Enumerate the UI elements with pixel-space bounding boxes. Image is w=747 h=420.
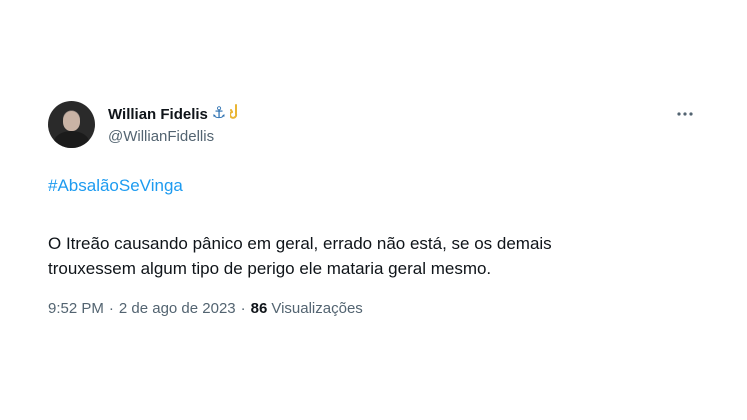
hashtag-link[interactable]: #AbsalãoSeVinga [48,176,183,196]
author-display-name[interactable]: Willian Fidelis [108,106,208,123]
author-name-row: Willian Fidelis ⚓ [108,104,242,124]
avatar-body [54,131,89,148]
tweet-time[interactable]: 9:52 PM [48,300,104,317]
anchor-icon: ⚓ [211,105,227,122]
separator: · [108,300,114,317]
tweet-text: O Itreão causando pânico em geral, errad… [48,231,688,281]
separator: · [240,300,246,317]
views-label[interactable]: Visualizações [271,300,362,317]
avatar-face [63,111,80,131]
tweet-text-line-2: trouxessem algum tipo de perigo ele mata… [48,259,492,278]
hook-icon-svg [229,104,238,119]
more-horizontal-icon[interactable] [674,104,696,124]
views-count: 86 [250,300,268,317]
tweet-text-line-1: O Itreão causando pânico em geral, errad… [48,234,552,253]
tweet-meta: 9:52 PM · 2 de ago de 2023 · 86 Visualiz… [48,300,363,317]
tweet-date[interactable]: 2 de ago de 2023 [119,300,236,317]
tweet-card: Willian Fidelis ⚓ @WillianFidellis #Absa… [0,0,747,420]
author-handle[interactable]: @WillianFidellis [108,128,214,145]
more-dots [677,112,693,116]
avatar[interactable] [48,101,95,148]
hook-icon [229,104,242,124]
